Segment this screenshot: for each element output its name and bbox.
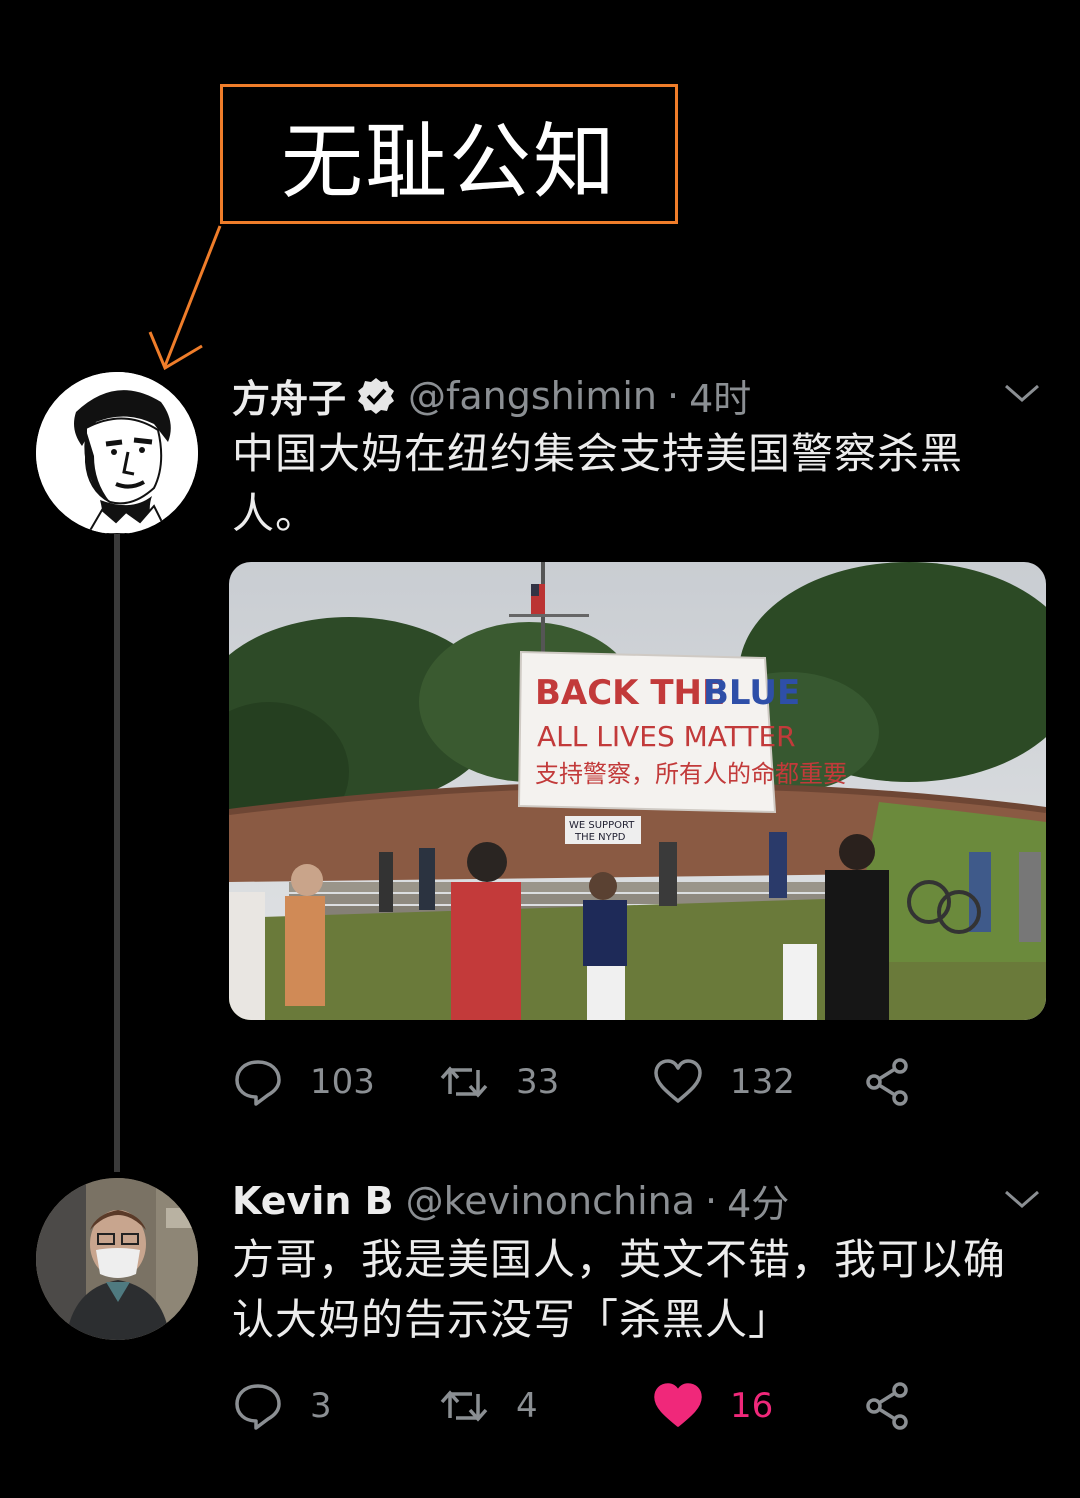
- tweet-text: 中国大妈在纽约集会支持美国警察杀黑人。: [232, 429, 964, 538]
- svg-text:ALL LIVES MATTER: ALL LIVES MATTER: [537, 720, 796, 753]
- tweet-header: 方舟子 @fangshimin · 4时: [232, 368, 751, 423]
- display-name[interactable]: Kevin B: [232, 1179, 394, 1223]
- reply-count: 3: [310, 1386, 332, 1426]
- share-icon: [866, 1058, 908, 1106]
- display-name[interactable]: 方舟子: [232, 368, 346, 423]
- portrait-image: [36, 1178, 198, 1340]
- like-count: 16: [730, 1386, 774, 1426]
- reply-button[interactable]: 3: [232, 1376, 332, 1436]
- user-handle[interactable]: @kevinonchina: [406, 1179, 695, 1223]
- speech-bubble-icon: [235, 1384, 281, 1430]
- thread-connector: [114, 532, 120, 1172]
- timestamp[interactable]: 4分: [727, 1173, 789, 1228]
- svg-text:支持警察，所有人的命都重要: 支持警察，所有人的命都重要: [535, 760, 847, 788]
- retweet-button[interactable]: 4: [438, 1376, 538, 1436]
- tweet-header: Kevin B @kevinonchina · 4分: [232, 1173, 789, 1228]
- speech-bubble-icon: [235, 1060, 281, 1106]
- retweet-button[interactable]: 33: [438, 1052, 559, 1112]
- share-button[interactable]: [862, 1376, 914, 1436]
- retweet-icon: [440, 1066, 488, 1098]
- reply-count: 103: [310, 1062, 375, 1102]
- avatar[interactable]: [36, 1178, 198, 1340]
- reply-button[interactable]: 103: [232, 1052, 375, 1112]
- separator-dot: ·: [666, 373, 680, 418]
- svg-text:BACK THE: BACK THE: [535, 673, 725, 713]
- retweet-icon: [440, 1390, 488, 1422]
- annotation-label: 无耻公知: [280, 114, 617, 210]
- separator-dot: ·: [705, 1178, 718, 1223]
- tweet-actions: 3 4 16: [232, 1376, 952, 1436]
- svg-text:BLUE: BLUE: [703, 673, 800, 713]
- tweet-photo[interactable]: BACK THE BLUE ALL LIVES MATTER 支持警察，所有人的…: [229, 562, 1046, 1020]
- verified-badge-icon: [358, 377, 395, 414]
- svg-text:WE SUPPORT: WE SUPPORT: [569, 820, 635, 831]
- share-icon: [866, 1382, 908, 1430]
- tweet-text: 方哥，我是美国人，英文不错，我可以确认大妈的告示没写「杀黑人」: [232, 1235, 1007, 1344]
- user-handle[interactable]: @fangshimin: [408, 374, 657, 418]
- retweet-count: 4: [516, 1386, 538, 1426]
- portrait-image: [36, 372, 198, 534]
- retweet-count: 33: [516, 1062, 560, 1102]
- like-button[interactable]: 132: [652, 1052, 795, 1112]
- heart-icon: [654, 1383, 702, 1427]
- avatar[interactable]: [36, 372, 198, 534]
- chevron-down-icon[interactable]: [1002, 380, 1042, 406]
- timestamp[interactable]: 4时: [689, 368, 751, 423]
- annotation-box: 无耻公知: [220, 84, 678, 224]
- heart-icon: [654, 1059, 702, 1103]
- like-count: 132: [730, 1062, 795, 1102]
- share-button[interactable]: [862, 1052, 914, 1112]
- rally-photo: BACK THE BLUE ALL LIVES MATTER 支持警察，所有人的…: [229, 562, 1046, 1020]
- chevron-down-icon[interactable]: [1002, 1186, 1042, 1212]
- like-button[interactable]: 16: [652, 1376, 773, 1436]
- svg-text:THE NYPD: THE NYPD: [574, 832, 626, 843]
- tweet-actions: 103 33 132: [232, 1052, 952, 1112]
